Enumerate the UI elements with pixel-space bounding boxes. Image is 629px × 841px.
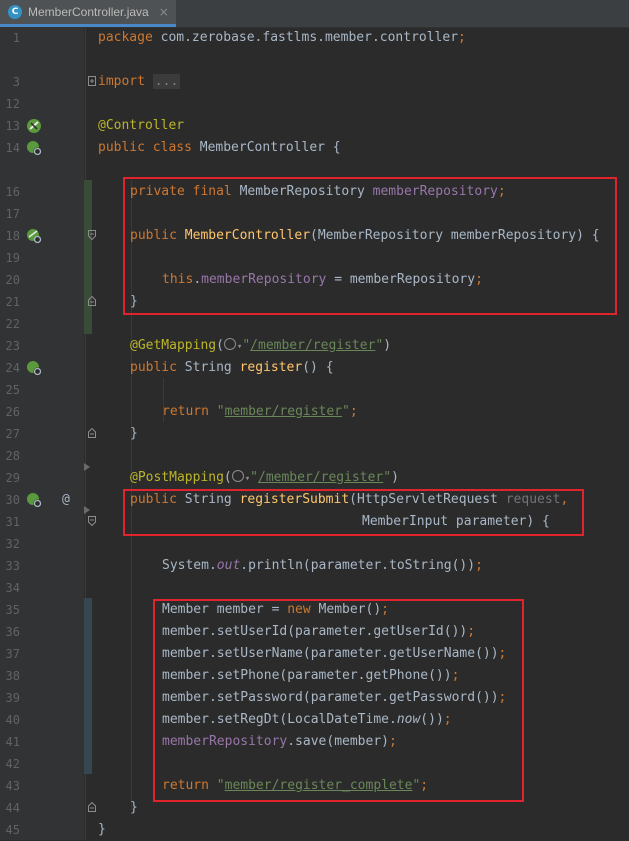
code-line: public class MemberController { <box>98 140 341 155</box>
fold-end-icon[interactable] <box>88 296 96 306</box>
code-line: } <box>130 800 138 815</box>
line-number: 17 <box>5 207 20 221</box>
highlight-box-member-build <box>153 599 524 802</box>
code-line: @Controller <box>98 118 185 133</box>
url-mapping-icon[interactable] <box>223 338 236 350</box>
line-number: 19 <box>5 251 20 265</box>
url-mapping-icon[interactable] <box>231 470 244 482</box>
line-number: 43 <box>5 779 20 793</box>
line-number: 29 <box>5 471 20 485</box>
line-number: 45 <box>5 823 20 837</box>
code-line: System.out.println(parameter.toString())… <box>162 558 483 573</box>
url-link[interactable]: /member/register <box>250 338 375 353</box>
close-icon[interactable]: × <box>159 5 169 19</box>
line-number: 1 <box>12 31 20 45</box>
spring-bean-navigate-icon[interactable] <box>26 140 42 156</box>
code-line: import ... <box>98 74 181 89</box>
tab-membercontroller[interactable]: C MemberController.java × <box>0 0 176 27</box>
code-line: } <box>98 822 106 837</box>
fold-expand-icon[interactable] <box>88 76 96 86</box>
code-line: @GetMapping(▾"/member/register") <box>130 338 392 353</box>
line-number: 37 <box>5 647 20 661</box>
fold-end-icon[interactable] <box>88 428 96 438</box>
line-number: 3 <box>12 75 20 89</box>
at-sign-icon[interactable]: @ <box>62 489 70 511</box>
editor-tab-bar: C MemberController.java × <box>0 0 629 28</box>
code-line: } <box>130 426 138 441</box>
fold-marker-icon[interactable] <box>82 505 92 515</box>
line-number: 23 <box>5 339 20 353</box>
code-line: package com.zerobase.fastlms.member.cont… <box>98 30 466 45</box>
line-number: 24 <box>5 361 20 375</box>
line-number: 26 <box>5 405 20 419</box>
spring-endpoint-icon[interactable] <box>26 492 42 508</box>
line-number: 22 <box>5 317 20 331</box>
line-number: 14 <box>5 141 20 155</box>
line-number: 13 <box>5 119 20 133</box>
line-number: 18 <box>5 229 20 243</box>
line-number: 28 <box>5 449 20 463</box>
line-number: 44 <box>5 801 20 815</box>
line-number: 21 <box>5 295 20 309</box>
line-number: 39 <box>5 691 20 705</box>
highlight-box-constructor <box>123 177 617 315</box>
java-class-icon: C <box>8 5 22 19</box>
line-number: 35 <box>5 603 20 617</box>
line-number: 25 <box>5 383 20 397</box>
tab-label: MemberController.java <box>28 5 149 19</box>
spring-endpoint-icon[interactable] <box>26 360 42 376</box>
line-number: 34 <box>5 581 20 595</box>
url-link[interactable]: /member/register <box>258 470 383 485</box>
spring-bean-icon[interactable] <box>26 118 42 134</box>
line-number: 42 <box>5 757 20 771</box>
line-number: 40 <box>5 713 20 727</box>
line-number: 12 <box>5 97 20 111</box>
fold-end-icon[interactable] <box>88 802 96 812</box>
code-line: @PostMapping(▾"/member/register") <box>130 470 399 485</box>
fold-marker-icon[interactable] <box>82 462 92 472</box>
line-number: 31 <box>5 515 20 529</box>
line-number: 38 <box>5 669 20 683</box>
line-number: 16 <box>5 185 20 199</box>
line-number: 33 <box>5 559 20 573</box>
highlight-box-register-submit <box>123 489 584 536</box>
collapsed-imports[interactable]: ... <box>152 74 181 89</box>
line-number: 27 <box>5 427 20 441</box>
line-number: 30 <box>5 493 20 507</box>
fold-collapse-icon[interactable] <box>88 230 96 240</box>
spring-bean-navigate-icon[interactable] <box>26 228 42 244</box>
line-number: 41 <box>5 735 20 749</box>
fold-collapse-icon[interactable] <box>88 516 96 526</box>
code-line: public String register() { <box>130 360 334 375</box>
template-link[interactable]: member/register <box>225 404 342 419</box>
line-number: 32 <box>5 537 20 551</box>
line-number: 36 <box>5 625 20 639</box>
code-line: return "member/register"; <box>162 404 358 419</box>
line-number: 20 <box>5 273 20 287</box>
